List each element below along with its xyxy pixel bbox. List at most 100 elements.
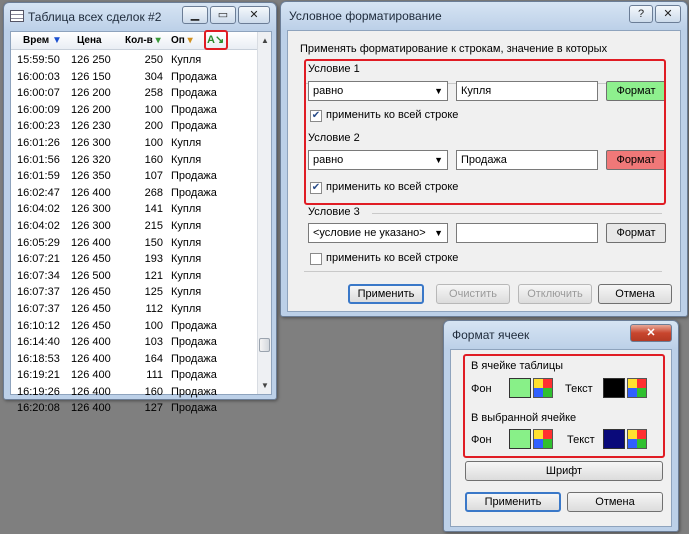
cell-price: 126 400	[71, 385, 111, 398]
table-row[interactable]: 16:07:37 126 450 112 Купля	[11, 301, 259, 318]
cell-op: Продажа	[171, 402, 217, 415]
condition-3-apply-row-checkbox[interactable]	[310, 253, 322, 265]
cell-qty: 304	[144, 70, 163, 83]
cell-qty: 215	[144, 219, 163, 232]
table-row[interactable]: 16:01:59 126 350 107 Продажа	[11, 168, 259, 185]
close-button[interactable]: ✕	[655, 5, 681, 23]
table-row[interactable]: 16:00:09 126 200 100 Продажа	[11, 102, 259, 119]
sort-desc-icon: ▼	[51, 35, 62, 46]
column-header-op[interactable]: Оп ▾	[171, 35, 207, 46]
apply-button[interactable]: Применить	[465, 492, 561, 512]
cell-qty: 127	[144, 402, 163, 415]
cell-time: 16:19:26	[17, 385, 60, 398]
table-row[interactable]: 16:07:34 126 500 121 Купля	[11, 268, 259, 285]
cell-time: 15:59:50	[17, 54, 60, 66]
apply-button[interactable]: Применить	[348, 284, 424, 304]
table-row[interactable]: 16:20:08 126 400 127 Продажа	[11, 400, 259, 417]
condition-3-value-input[interactable]	[456, 223, 598, 243]
condition-3-operator-select[interactable]: <условие не указано> ▼	[308, 223, 448, 243]
clear-button[interactable]: Очистить	[436, 284, 510, 304]
cell-price: 126 150	[71, 70, 111, 83]
maximize-button[interactable]: ▭	[210, 6, 236, 24]
table-row[interactable]: 15:59:50 126 250 250 Купля	[11, 52, 259, 69]
cell-time: 16:18:53	[17, 352, 60, 365]
table-row[interactable]: 16:00:03 126 150 304 Продажа	[11, 69, 259, 86]
cell-qty: 258	[144, 87, 163, 100]
cell-price: 126 200	[71, 103, 111, 116]
close-button[interactable]: ✕	[630, 324, 672, 342]
cell-qty: 100	[144, 103, 163, 116]
cell-qty: 121	[144, 269, 163, 282]
help-button[interactable]: ?	[629, 5, 653, 23]
cell-price: 126 230	[71, 120, 111, 133]
cell-op: Продажа	[171, 186, 217, 199]
cell-price: 126 300	[71, 136, 111, 149]
table-row[interactable]: 16:04:02 126 300 141 Купля	[11, 201, 259, 218]
cell-price: 126 450	[71, 319, 111, 332]
cell-time: 16:04:02	[17, 203, 60, 216]
minimize-button[interactable]: ▁	[182, 6, 208, 24]
font-button[interactable]: Шрифт	[465, 461, 663, 481]
cell-time: 16:05:29	[17, 236, 60, 249]
cell-op: Купля	[171, 302, 202, 315]
table-row[interactable]: 16:19:21 126 400 111 Продажа	[11, 367, 259, 384]
cell-price: 126 400	[71, 369, 111, 382]
cell-qty: 107	[144, 170, 163, 183]
column-header-time[interactable]: Врем ▼	[23, 35, 67, 46]
table-row[interactable]: 16:14:40 126 400 103 Продажа	[11, 334, 259, 351]
cell-time: 16:02:47	[17, 186, 60, 199]
cell-price: 126 450	[71, 253, 111, 266]
cell-qty: 200	[144, 120, 163, 133]
table-row[interactable]: 16:07:37 126 450 125 Купля	[11, 284, 259, 301]
cell-price: 126 400	[71, 236, 111, 249]
cell-price: 126 400	[71, 186, 111, 199]
filter-icon: ▾	[184, 35, 193, 46]
column-header-price[interactable]: Цена	[77, 35, 117, 46]
cell-time: 16:19:21	[17, 369, 60, 382]
highlight-box	[204, 30, 228, 50]
cell-price: 126 250	[71, 54, 111, 66]
condition-3-format-button[interactable]: Формат	[606, 223, 666, 243]
cancel-button[interactable]: Отмена	[567, 492, 663, 512]
cell-qty: 103	[144, 336, 163, 349]
table-row[interactable]: 16:05:29 126 400 150 Купля	[11, 235, 259, 252]
cell-qty: 141	[144, 203, 163, 216]
chevron-down-icon: ▼	[434, 228, 443, 238]
cf-dialog-title: Условное форматирование	[289, 9, 442, 23]
cell-time: 16:20:08	[17, 402, 60, 415]
cell-time: 16:00:03	[17, 70, 60, 83]
cell-price: 126 450	[71, 302, 111, 315]
scroll-thumb[interactable]	[259, 337, 270, 352]
cell-op: Купля	[171, 219, 202, 232]
cell-op: Продажа	[171, 319, 217, 332]
cell-qty: 268	[144, 186, 163, 199]
table-row[interactable]: 16:00:07 126 200 258 Продажа	[11, 85, 259, 102]
table-row[interactable]: 16:18:53 126 400 164 Продажа	[11, 351, 259, 368]
highlight-box	[304, 59, 666, 205]
table-row[interactable]: 16:19:26 126 400 160 Продажа	[11, 384, 259, 401]
scroll-up-icon[interactable]: ▲	[261, 36, 269, 45]
cell-op: Купля	[171, 203, 202, 216]
cancel-button[interactable]: Отмена	[598, 284, 672, 304]
table-row[interactable]: 16:00:23 126 230 200 Продажа	[11, 118, 259, 135]
close-button[interactable]: ✕	[238, 6, 270, 24]
cell-qty: 100	[144, 136, 163, 149]
group-divider	[372, 213, 662, 214]
cell-time: 16:07:21	[17, 253, 60, 266]
table-row[interactable]: 16:01:56 126 320 160 Купля	[11, 152, 259, 169]
table-row[interactable]: 16:10:12 126 450 100 Продажа	[11, 318, 259, 335]
table-row[interactable]: 16:07:21 126 450 193 Купля	[11, 251, 259, 268]
cell-time: 16:00:23	[17, 120, 60, 133]
table-row[interactable]: 16:01:26 126 300 100 Купля	[11, 135, 259, 152]
cell-qty: 112	[145, 302, 163, 315]
cf-client: Применять форматирование к строкам, знач…	[287, 30, 681, 312]
vertical-scrollbar[interactable]: ▲ ▼	[257, 32, 271, 394]
table-row[interactable]: 16:04:02 126 300 215 Купля	[11, 218, 259, 235]
column-header-qty[interactable]: Кол-в ▾	[125, 35, 167, 46]
cell-qty: 160	[144, 385, 163, 398]
disable-button[interactable]: Отключить	[518, 284, 592, 304]
scroll-down-icon[interactable]: ▼	[261, 381, 269, 390]
cell-qty: 111	[146, 369, 163, 382]
table-row[interactable]: 16:02:47 126 400 268 Продажа	[11, 185, 259, 202]
cell-op: Продажа	[171, 120, 217, 133]
